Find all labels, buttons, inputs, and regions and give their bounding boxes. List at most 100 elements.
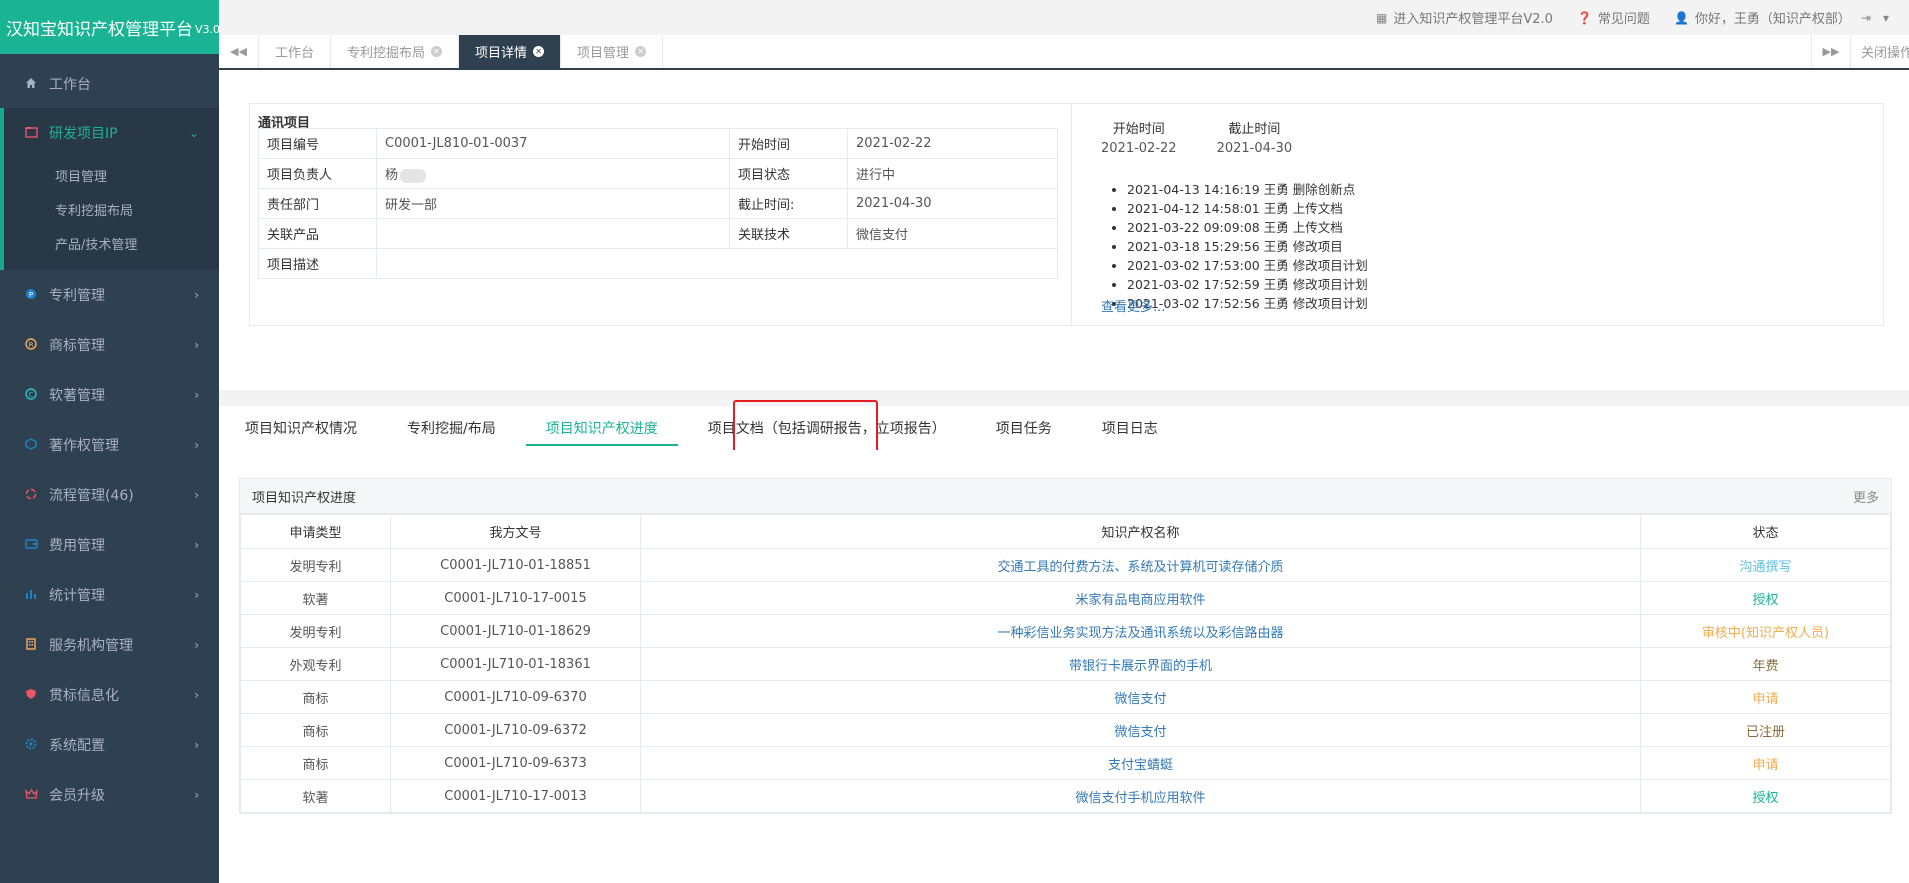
tabs-right-controls: ▶▶ 关闭操作 (1811, 35, 1909, 68)
ip-name-link[interactable]: 微信支付 (640, 680, 1641, 714)
sidebar-item-statistics[interactable]: 统计管理 › (0, 570, 219, 620)
tab-label: 项目管理 (577, 46, 630, 61)
sidebar-item-compliance[interactable]: 贯标信息化 › (0, 670, 219, 720)
project-info-table: 项目编号 C0001-JL810-01-0037 开始时间 2021-02-22… (258, 128, 1058, 279)
sidebar-item-label: 著作权管理 (49, 438, 119, 454)
user-label: 你好，王勇（知识产权部） (1694, 12, 1851, 27)
tab-logs[interactable]: 项目日志 (1077, 406, 1183, 450)
ip-status: 审核中(知识产权人员) (1640, 614, 1891, 648)
tab-label: 工作台 (275, 46, 315, 61)
ip-code: C0001-JL710-09-6372 (390, 713, 641, 747)
close-operations-button[interactable]: 关闭操作 (1851, 35, 1909, 68)
close-icon[interactable]: ✕ (533, 46, 545, 57)
column-header: 状态 (1640, 514, 1891, 549)
sidebar-item-workbench[interactable]: 工作台 (0, 60, 219, 108)
chevron-right-icon: › (194, 388, 199, 402)
brand-version: V3.0 (195, 22, 219, 36)
table-row: 商标 C0001-JL710-09-6372 微信支付 已注册 (240, 713, 1891, 747)
ip-code: C0001-JL710-01-18361 (390, 647, 641, 681)
trademark-icon: R (24, 338, 38, 352)
svg-text:P: P (29, 291, 33, 299)
enter-v2-link[interactable]: ▦ 进入知识产权管理平台V2.0 (1376, 8, 1553, 28)
sidebar-item-label: 会员升级 (49, 788, 105, 804)
chevron-right-icon: › (194, 738, 199, 752)
chevron-right-icon: › (194, 488, 199, 502)
project-code-label: 项目编号 (258, 128, 377, 159)
sidebar-subitem-project-mgmt[interactable]: 项目管理 (4, 158, 219, 192)
sidebar-item-software-copyright[interactable]: C 软著管理 › (0, 370, 219, 420)
tab-tasks[interactable]: 项目任务 (971, 406, 1077, 450)
question-icon: ❓ (1576, 10, 1592, 25)
tab-workbench[interactable]: 工作台 (259, 35, 332, 68)
ip-name-link[interactable]: 米家有品电商应用软件 (640, 581, 1641, 615)
ip-name-link[interactable]: 微信支付手机应用软件 (640, 779, 1641, 813)
ip-status: 申请 (1640, 746, 1891, 780)
project-info-box: 通讯项目 项目编号 C0001-JL810-01-0037 开始时间 2021-… (249, 103, 1884, 326)
tab-project-mgmt[interactable]: 项目管理 ✕ (561, 35, 664, 68)
tab-patent-mining[interactable]: 专利挖掘布局 ✕ (331, 35, 460, 68)
enter-v2-label: 进入知识产权管理平台V2.0 (1393, 12, 1553, 27)
sidebar-item-trademark[interactable]: R 商标管理 › (0, 320, 219, 370)
ip-name-link[interactable]: 带银行卡展示界面的手机 (640, 647, 1641, 681)
description-value (376, 248, 1058, 279)
sidebar-item-workflow[interactable]: 流程管理(46) › (0, 470, 219, 520)
sidebar-item-label: 贯标信息化 (49, 688, 119, 704)
sidebar-group-rd: 研发项目IP ⌄ 项目管理 专利挖掘布局 产品/技术管理 (0, 108, 219, 270)
tabs-scroll-right-icon[interactable]: ▶▶ (1811, 35, 1851, 68)
ip-type: 外观专利 (240, 647, 391, 681)
table-row: 发明专利 C0001-JL710-01-18851 交通工具的付费方法、系统及计… (240, 548, 1891, 582)
ip-name-link[interactable]: 微信支付 (640, 713, 1641, 747)
ip-progress-panel: 项目知识产权进度 更多 申请类型 我方文号 知识产权名称 状态 发明专利 C00… (239, 478, 1892, 814)
chevron-down-icon: ⌄ (188, 126, 199, 140)
dept-value: 研发一部 (376, 188, 730, 219)
sidebar-item-copyright[interactable]: 著作权管理 › (0, 420, 219, 470)
tab-ip-progress[interactable]: 项目知识产权进度 (521, 406, 683, 450)
ip-code: C0001-JL710-17-0013 (390, 779, 641, 813)
ip-name-link[interactable]: 一种彩信业务实现方法及通讯系统以及彩信路由器 (640, 614, 1641, 648)
tab-patent-mining-layout[interactable]: 专利挖掘/布局 (382, 406, 521, 450)
faq-link[interactable]: ❓ 常见问题 (1576, 8, 1650, 28)
ip-name-link[interactable]: 支付宝蜻蜓 (640, 746, 1641, 780)
sidebar-item-fees[interactable]: 费用管理 › (0, 520, 219, 570)
sidebar-subitem-patent-mining[interactable]: 专利挖掘布局 (4, 192, 219, 226)
more-link[interactable]: 更多 (1853, 487, 1879, 506)
tab-documents[interactable]: 项目文档（包括调研报告，立项报告） (683, 406, 971, 450)
column-header: 知识产权名称 (640, 514, 1641, 549)
tab-project-detail[interactable]: 项目详情 ✕ (459, 35, 562, 68)
related-product-label: 关联产品 (258, 218, 377, 249)
project-timeline: 开始时间 2021-02-22 截止时间 2021-04-30 2021-04-… (1073, 104, 1883, 325)
ip-progress-section: 项目知识产权进度 更多 申请类型 我方文号 知识产权名称 状态 发明专利 C00… (219, 450, 1909, 883)
copyright-icon: C (24, 388, 38, 402)
ip-status: 授权 (1640, 581, 1891, 615)
table-row: 发明专利 C0001-JL710-01-18629 一种彩信业务实现方法及通讯系… (240, 614, 1891, 648)
close-icon[interactable]: ✕ (635, 46, 647, 57)
see-more-link[interactable]: 查看更多... (1101, 296, 1165, 315)
owner-cell: 杨 (376, 158, 730, 189)
timeline-start-label: 开始时间 (1112, 122, 1165, 137)
close-icon[interactable]: ✕ (431, 46, 443, 57)
sidebar-item-agencies[interactable]: 服务机构管理 › (0, 620, 219, 670)
table-row: 软著 C0001-JL710-17-0015 米家有品电商应用软件 授权 (240, 581, 1891, 615)
logout-icon[interactable]: ⇥ (1861, 11, 1871, 25)
start-time-label: 开始时间 (729, 128, 848, 159)
ip-name-link[interactable]: 交通工具的付费方法、系统及计算机可读存储介质 (640, 548, 1641, 582)
user-menu[interactable]: 👤 你好，王勇（知识产权部） ⇥ ▾ (1674, 8, 1895, 28)
sidebar-subitem-product-tech[interactable]: 产品/技术管理 (4, 226, 219, 260)
faq-label: 常见问题 (1597, 12, 1650, 27)
project-info-panel: 通讯项目 项目编号 C0001-JL810-01-0037 开始时间 2021-… (219, 70, 1909, 390)
tabs-scroll-left-icon[interactable]: ◀◀ (219, 35, 259, 68)
project-code-value: C0001-JL810-01-0037 (376, 128, 730, 159)
main-content: 通讯项目 项目编号 C0001-JL810-01-0037 开始时间 2021-… (219, 70, 1909, 883)
sidebar-item-upgrade[interactable]: 会员升级 › (0, 770, 219, 820)
sidebar-item-rd-project[interactable]: 研发项目IP ⌄ (4, 108, 219, 158)
ip-status: 年费 (1640, 647, 1891, 681)
home-icon (24, 77, 38, 91)
ip-code: C0001-JL710-17-0015 (390, 581, 641, 615)
tab-ip-status[interactable]: 项目知识产权情况 (219, 406, 382, 450)
caret-down-icon[interactable]: ▾ (1883, 11, 1889, 25)
chevron-right-icon: › (194, 688, 199, 702)
wallet-icon (24, 538, 38, 552)
sidebar-item-patent[interactable]: P 专利管理 › (0, 270, 219, 320)
end-time-label: 截止时间: (729, 188, 848, 219)
sidebar-item-settings[interactable]: 系统配置 › (0, 720, 219, 770)
